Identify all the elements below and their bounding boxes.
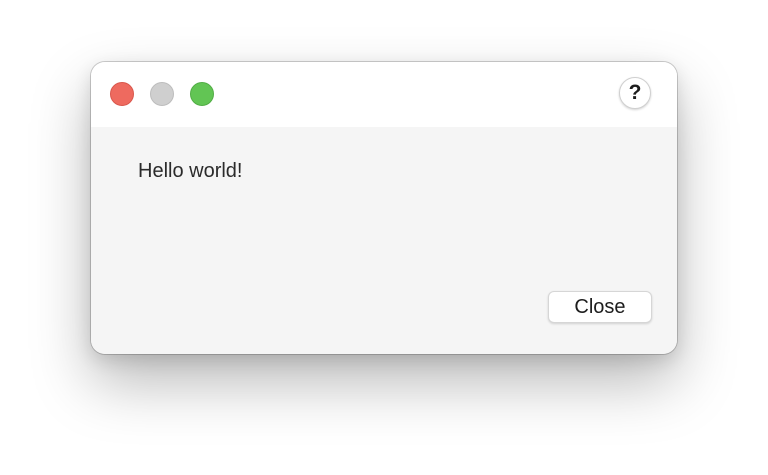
zoom-window-icon[interactable] xyxy=(190,82,214,106)
desktop-background: ? Hello world! Close xyxy=(0,0,768,475)
close-window-icon[interactable] xyxy=(110,82,134,106)
minimize-window-icon[interactable] xyxy=(150,82,174,106)
help-question-icon[interactable]: ? xyxy=(619,77,651,109)
title-bar: ? xyxy=(91,62,677,127)
dialog-window: ? Hello world! Close xyxy=(91,62,677,354)
dialog-message: Hello world! xyxy=(138,160,243,182)
close-button[interactable]: Close xyxy=(548,291,652,323)
